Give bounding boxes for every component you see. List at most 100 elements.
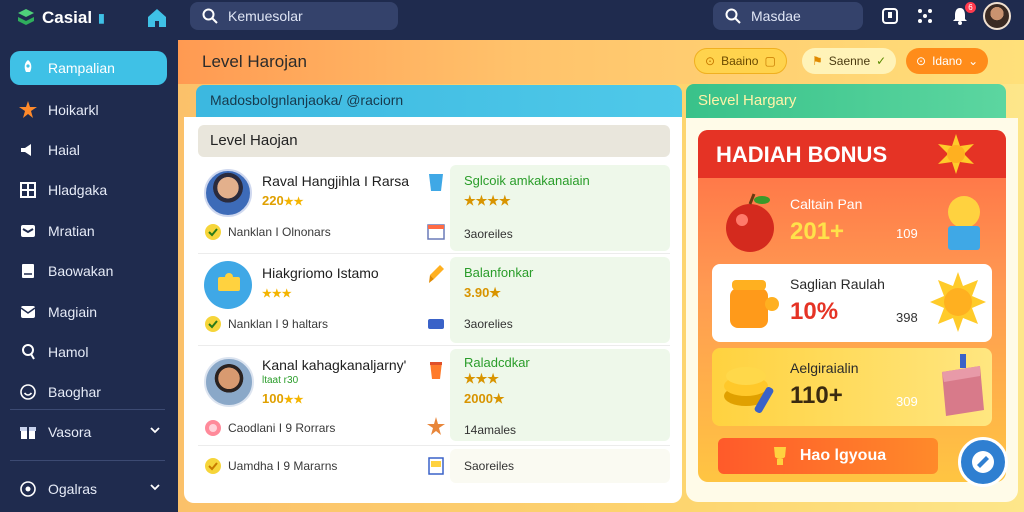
reward-item[interactable]: Saglian Raulah 10% 398 (712, 264, 992, 342)
search-icon (725, 8, 741, 24)
sidebar-item-vasora[interactable]: Vasora (10, 415, 167, 449)
pill-button-2[interactable]: ⚑ Saenne ✓ (802, 48, 897, 74)
reward-item[interactable]: Caltain Pan 201+ 109 (712, 184, 992, 262)
reward-title: Aelgiraialin (790, 360, 859, 376)
drink-icon (430, 362, 442, 379)
apple-icon (726, 193, 774, 252)
reward-title: Raladcdkar (464, 355, 530, 370)
reward-item[interactable]: Aelgiraialin 110+ 309 (712, 348, 992, 426)
sidebar-item-label: Ogalras (48, 481, 98, 497)
sidebar-item-label: Haial (48, 142, 80, 158)
list-item[interactable]: Uamdha I 9 Mararns Saoreiles (198, 449, 670, 483)
envelope-icon (18, 302, 38, 322)
bookmark-icon[interactable] (880, 6, 900, 26)
calendar-icon (427, 224, 445, 240)
sun-icon (938, 134, 974, 174)
rocket-icon (18, 58, 38, 78)
sidebar-item-label: Hamol (48, 344, 89, 360)
reward-title: Saglian Raulah (790, 276, 885, 292)
home-icon[interactable] (145, 6, 169, 30)
user-icon (18, 342, 38, 362)
reward-value: 201+ (790, 218, 845, 245)
sidebar-item-mratian[interactable]: Mratian (10, 214, 167, 248)
reward-count: 309 (896, 394, 918, 409)
sidebar-item-label: Vasora (48, 424, 92, 440)
sidebar-item-hladgaka[interactable]: Hladgaka (10, 173, 167, 207)
reward-summary: Saoreiles (450, 449, 670, 483)
player-name: Raval Hangjihla I Rarsa (262, 173, 410, 189)
app-name-suffix-icon: ▮ (98, 11, 105, 25)
sun-face-icon (930, 272, 986, 332)
reward-meta: 14amales (464, 423, 517, 437)
tab-level[interactable]: Slevel Hargary (686, 84, 1006, 118)
tag-icon (428, 319, 444, 329)
rating-stars: ★★ (283, 394, 304, 406)
pill-button-1[interactable]: ⊙ Baaino ▢ (694, 48, 787, 74)
list-item[interactable]: Kanal kahagkanaljarny' ltaat r30 100★★ C… (198, 349, 670, 441)
score-value: 100 (262, 391, 284, 406)
player-name: Kanal kahagkanaljarny' (262, 357, 407, 373)
reward-value: 10% (790, 298, 839, 325)
smile-icon (18, 382, 38, 402)
sidebar-item-label: Baowakan (48, 263, 114, 279)
star-burst-icon (18, 100, 38, 120)
coin-icon: ⊙ (916, 54, 927, 68)
starfish-icon (427, 417, 445, 435)
claim-button[interactable]: Hao lgyoua (718, 438, 938, 474)
chat-fab-button[interactable] (958, 437, 1008, 487)
sidebar: Rampalian Hoikarkl Haial Hladgaka Mratia… (0, 40, 178, 512)
score-value: 220 (262, 193, 284, 208)
avatar (204, 169, 252, 217)
pill-dropdown[interactable]: ⊙ Idano ⌄ (906, 48, 989, 74)
check-circle-icon (205, 316, 221, 332)
info-circle-icon (205, 420, 221, 436)
search-icon (202, 8, 218, 24)
logo-icon (18, 9, 34, 25)
apps-grid-icon[interactable] (915, 6, 935, 26)
puzzle-icon (218, 273, 240, 291)
search-placeholder: Kemuesolar (228, 8, 303, 24)
check-icon: ✓ (876, 54, 887, 68)
sidebar-item-baowakan[interactable]: Baowakan (10, 254, 167, 288)
avatar (204, 357, 254, 407)
app-name: Casial (42, 8, 93, 27)
speaker-icon (18, 140, 38, 160)
player-meta: Caodlani I 9 Rorrars (228, 421, 336, 435)
page-header: Level Harojan ⊙ Baaino ▢ ⚑ Saenne ✓ ⊙ Id… (178, 40, 1024, 84)
reward-summary: Balanfonkar 3.90★ 3aorelies (450, 257, 670, 343)
sidebar-item-rampalian[interactable]: Rampalian (10, 51, 167, 85)
sidebar-item-baoghar[interactable]: Baoghar (10, 375, 167, 409)
player-name: Hiakgriomo Istamo (262, 265, 379, 281)
sidebar-item-haial[interactable]: Haial (10, 133, 167, 167)
player-meta: Uamdha I 9 Mararns (228, 459, 338, 473)
reward-meta: 3aoreiles (464, 227, 513, 241)
reward-stars-top: ★★★ (464, 371, 499, 386)
level-search-text: Madosbolgnlanjaoka/ @raciorn (210, 92, 404, 108)
sidebar-divider (10, 460, 165, 461)
sidebar-item-label: Rampalian (48, 60, 115, 76)
pill-label: Saenne (828, 54, 871, 68)
document-icon (18, 261, 38, 281)
coin-stack-icon (724, 367, 774, 414)
sun-bucket-icon (948, 196, 980, 250)
app-logo[interactable]: Casial ▮ (16, 8, 105, 28)
chevron-down-icon (150, 427, 160, 434)
sidebar-item-hamol[interactable]: Hamol (10, 335, 167, 369)
reward-meta: Saoreiles (464, 459, 515, 473)
sidebar-item-ogalras[interactable]: Ogalras (10, 472, 167, 506)
row-divider (198, 345, 670, 346)
cup-icon (429, 174, 443, 191)
search-input[interactable]: Kemuesolar (190, 2, 398, 30)
reward-meta: 3aorelies (464, 317, 513, 331)
user-avatar[interactable] (983, 2, 1011, 30)
list-item[interactable]: Hiakgriomo Istamo ★★★ Nanklan I 9 haltar… (198, 257, 670, 343)
sidebar-item-label: Hladgaka (48, 182, 108, 198)
level-search-bar[interactable]: Madosbolgnlanjaoka/ @raciorn (196, 85, 682, 117)
reward-title: Sglcoik amkakanaiain (464, 173, 590, 188)
list-item[interactable]: Raval Hangjihla I Rarsa 220★★ Nanklan I … (198, 165, 670, 251)
sidebar-item-hoikarkl[interactable]: Hoikarkl (10, 93, 167, 127)
secondary-search-input[interactable]: Masdae (713, 2, 863, 30)
reward-title: Balanfonkar (464, 265, 534, 280)
sidebar-item-magiain[interactable]: Magiain (10, 295, 167, 329)
page-title: Level Harojan (202, 52, 307, 71)
